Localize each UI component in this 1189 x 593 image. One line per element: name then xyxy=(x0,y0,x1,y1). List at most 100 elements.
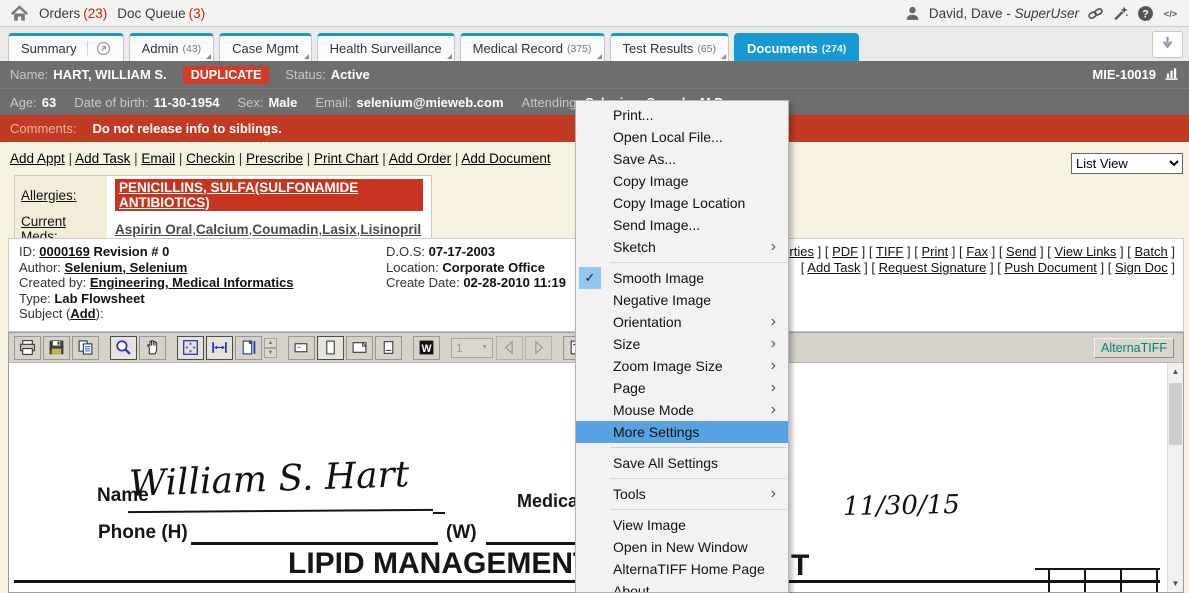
orders-label[interactable]: Orders xyxy=(39,6,80,21)
action-separator: | xyxy=(130,151,141,166)
menu-item-copy-image[interactable]: Copy Image xyxy=(576,170,788,192)
next-page-icon[interactable] xyxy=(525,336,552,360)
page-note-icon[interactable] xyxy=(375,336,402,360)
orders-link[interactable]: Orders(23) xyxy=(39,6,107,21)
subject-add-link[interactable]: Add xyxy=(70,306,95,321)
doc-queue-label[interactable]: Doc Queue xyxy=(117,6,185,21)
tab-medical-record[interactable]: Medical Record(375) xyxy=(460,33,605,61)
menu-separator xyxy=(576,258,788,267)
link-icon[interactable] xyxy=(1087,5,1104,22)
pan-icon[interactable] xyxy=(139,336,166,360)
alternatiff-brand-button[interactable]: AlternaTIFF xyxy=(1094,338,1174,358)
doc-action-link-sign-doc[interactable]: Sign Doc xyxy=(1115,260,1168,275)
copy-icon[interactable] xyxy=(72,336,99,360)
zoom-icon[interactable] xyxy=(110,336,137,360)
tab-admin[interactable]: Admin(43) xyxy=(129,33,215,61)
doc-createdby-link[interactable]: Engineering, Medical Informatics xyxy=(90,275,294,290)
menu-item-save-all-settings[interactable]: Save All Settings xyxy=(576,452,788,474)
scroll-down-button[interactable]: ▼ xyxy=(1168,575,1183,592)
print-icon[interactable] xyxy=(14,336,41,360)
doc-action-link-add-task[interactable]: Add Task xyxy=(807,260,860,275)
menu-item-tools[interactable]: Tools› xyxy=(576,483,788,505)
action-link-checkin[interactable]: Checkin xyxy=(186,151,235,166)
vertical-scrollbar[interactable]: ▲ ▼ xyxy=(1167,363,1183,592)
doc-type-line: Type: Lab Flowsheet xyxy=(19,291,294,307)
menu-item-print[interactable]: Print... xyxy=(576,104,788,126)
menu-item-save-as[interactable]: Save As... xyxy=(576,148,788,170)
doc-queue-link[interactable]: Doc Queue(3) xyxy=(117,6,205,21)
doc-id-link[interactable]: 0000169 xyxy=(39,244,90,259)
menu-item-copy-image-location[interactable]: Copy Image Location xyxy=(576,192,788,214)
allergies-label[interactable]: Allergies: xyxy=(21,188,77,203)
doc-action-link-batch[interactable]: Batch xyxy=(1135,244,1168,259)
tab-label: Documents xyxy=(747,41,818,56)
menu-item-about[interactable]: About xyxy=(576,580,788,593)
page-number: 1 xyxy=(456,341,463,355)
med-link-coumadin[interactable]: Coumadin xyxy=(252,222,318,237)
doc-action-link-request-signature[interactable]: Request Signature xyxy=(879,260,987,275)
action-link-add-order[interactable]: Add Order xyxy=(389,151,451,166)
menu-item-open-in-new-window[interactable]: Open in New Window xyxy=(576,536,788,558)
tab-documents[interactable]: Documents(274) xyxy=(734,33,859,61)
menu-item-size[interactable]: Size› xyxy=(576,333,788,355)
med-link-aspirin-oral[interactable]: Aspirin Oral xyxy=(115,222,192,237)
menu-item-zoom-image-size[interactable]: Zoom Image Size› xyxy=(576,355,788,377)
prev-page-icon[interactable] xyxy=(496,336,523,360)
doc-action-link-view-links[interactable]: View Links xyxy=(1055,244,1117,259)
view-select[interactable]: List View xyxy=(1071,153,1183,174)
menu-item-view-image[interactable]: View Image xyxy=(576,514,788,536)
doc-action-link-print[interactable]: Print xyxy=(921,244,948,259)
submenu-arrow-icon: › xyxy=(771,358,776,374)
menu-item-alternatiff-home-page[interactable]: AlternaTIFF Home Page xyxy=(576,558,788,580)
scrollbar-thumb[interactable] xyxy=(1169,383,1182,445)
doc-action-link-send[interactable]: Send xyxy=(1006,244,1036,259)
doc-action-link-fax[interactable]: Fax xyxy=(966,244,988,259)
menu-item-smooth-image[interactable]: ✓Smooth Image xyxy=(576,267,788,289)
tab-health-surveillance[interactable]: Health Surveillance xyxy=(317,33,455,61)
tab-case-mgmt[interactable]: Case Mgmt xyxy=(219,33,311,61)
action-link-prescribe[interactable]: Prescribe xyxy=(246,151,303,166)
menu-item-more-settings[interactable]: More Settings xyxy=(576,421,788,443)
tab-summary[interactable]: Summary xyxy=(8,33,124,61)
menu-item-orientation[interactable]: Orientation› xyxy=(576,311,788,333)
fit-window-icon[interactable] xyxy=(177,336,204,360)
duplicate-badge[interactable]: DUPLICATE xyxy=(183,66,270,84)
action-link-email[interactable]: Email xyxy=(141,151,175,166)
tab-test-results[interactable]: Test Results(65) xyxy=(610,33,730,61)
page-landscape-icon[interactable] xyxy=(288,336,315,360)
doc-author-link[interactable]: Selenium, Selenium xyxy=(65,260,188,275)
chart-icon[interactable] xyxy=(1164,66,1179,84)
allergy-value-link[interactable]: PENICILLINS, SULFA(SULFONAMIDE ANTIBIOTI… xyxy=(115,179,423,211)
menu-item-sketch[interactable]: Sketch› xyxy=(576,236,788,258)
action-link-add-document[interactable]: Add Document xyxy=(461,151,550,166)
scroll-up-button[interactable]: ▲ xyxy=(1168,363,1183,380)
page-number-box[interactable]: 1▼ xyxy=(451,338,493,358)
doc-action-link-tiff[interactable]: TIFF xyxy=(876,244,903,259)
med-link-lisinopril[interactable]: Lisinopril xyxy=(360,222,421,237)
doc-action-link-push-document[interactable]: Push Document xyxy=(1004,260,1097,275)
page-portrait-icon[interactable] xyxy=(317,336,344,360)
download-chart-button[interactable] xyxy=(1152,31,1183,58)
bw-icon[interactable]: W xyxy=(413,336,440,360)
save-icon[interactable] xyxy=(43,336,70,360)
menu-item-open-local-file[interactable]: Open Local File... xyxy=(576,126,788,148)
menu-item-page[interactable]: Page› xyxy=(576,377,788,399)
menu-item-negative-image[interactable]: Negative Image xyxy=(576,289,788,311)
help-icon[interactable]: ? xyxy=(1137,5,1154,22)
med-link-calcium[interactable]: Calcium xyxy=(196,222,249,237)
page-spinner[interactable]: ▲▼ xyxy=(264,338,277,358)
action-link-add-appt[interactable]: Add Appt xyxy=(10,151,65,166)
code-icon[interactable]: </> xyxy=(1162,5,1179,22)
home-icon[interactable] xyxy=(10,4,29,23)
fit-width-icon[interactable] xyxy=(206,336,233,360)
action-link-add-task[interactable]: Add Task xyxy=(75,151,130,166)
wand-icon[interactable] xyxy=(1112,5,1129,22)
menu-item-send-image[interactable]: Send Image... xyxy=(576,214,788,236)
action-link-print-chart[interactable]: Print Chart xyxy=(314,151,379,166)
page-wide-icon[interactable] xyxy=(346,336,373,360)
summary-popout-icon[interactable] xyxy=(87,41,111,56)
menu-item-mouse-mode[interactable]: Mouse Mode› xyxy=(576,399,788,421)
fit-page-icon[interactable] xyxy=(235,336,262,360)
med-link-lasix[interactable]: Lasix xyxy=(322,222,357,237)
doc-action-link-pdf[interactable]: PDF xyxy=(832,244,858,259)
